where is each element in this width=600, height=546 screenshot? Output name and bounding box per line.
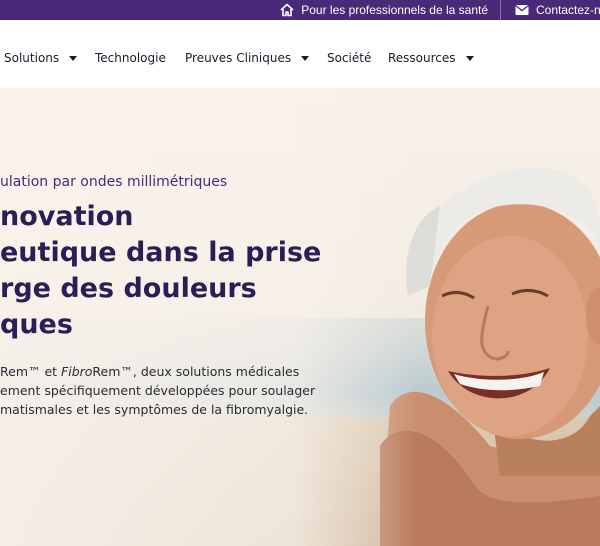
description-line: Rem™ et FibroRem™, deux solutions médica… [0,362,390,381]
description-line: matismales et les symptômes de la fibrom… [0,402,309,417]
nav-item-label: Solutions [4,51,60,65]
chevron-down-icon [465,55,474,61]
home-icon [280,3,294,17]
chevron-down-icon [301,55,310,61]
contact-link[interactable]: Contactez-nous [501,0,600,20]
nav-item-preuves-cliniques[interactable]: Preuves Cliniques [185,51,310,65]
hero-description: Rem™ et FibroRem™, deux solutions médica… [0,362,390,419]
professionals-label: Pour les professionnels de la santé [301,3,488,17]
nav-item-ressources[interactable]: Ressources [388,51,474,65]
description-line: ement spécifiquement développées pour so… [0,383,316,398]
top-utility-bar: Pour les professionnels de la santé Cont… [0,0,600,20]
product-name-italic: Fibro [61,364,93,379]
description-text: Rem™, deux solutions médicales [92,364,300,379]
chevron-down-icon [69,55,78,61]
envelope-icon [515,3,529,17]
headline-line: eutique dans la prise [0,237,322,268]
contact-label: Contactez-nous [536,3,600,17]
headline-line: rge des douleurs [0,273,257,304]
nav-item-label: Preuves Cliniques [185,51,292,65]
professionals-link[interactable]: Pour les professionnels de la santé [280,0,500,20]
nav-item-label: Société [327,51,372,65]
hero-eyebrow: ulation par ondes millimétriques [0,174,228,190]
description-text: Rem™ et [0,364,62,379]
nav-item-label: Technologie [95,51,166,65]
nav-item-societe[interactable]: Société [327,51,371,65]
nav-item-label: Ressources [388,51,456,65]
hero-headline: novation eutique dans la prise rge des d… [0,199,390,343]
main-navigation: Solutions Technologie Preuves Cliniques … [0,20,600,88]
nav-item-solutions[interactable]: Solutions [4,51,78,65]
headline-line: novation [0,201,134,232]
nav-item-technologie[interactable]: Technologie [95,51,166,65]
headline-line: ques [0,309,73,340]
